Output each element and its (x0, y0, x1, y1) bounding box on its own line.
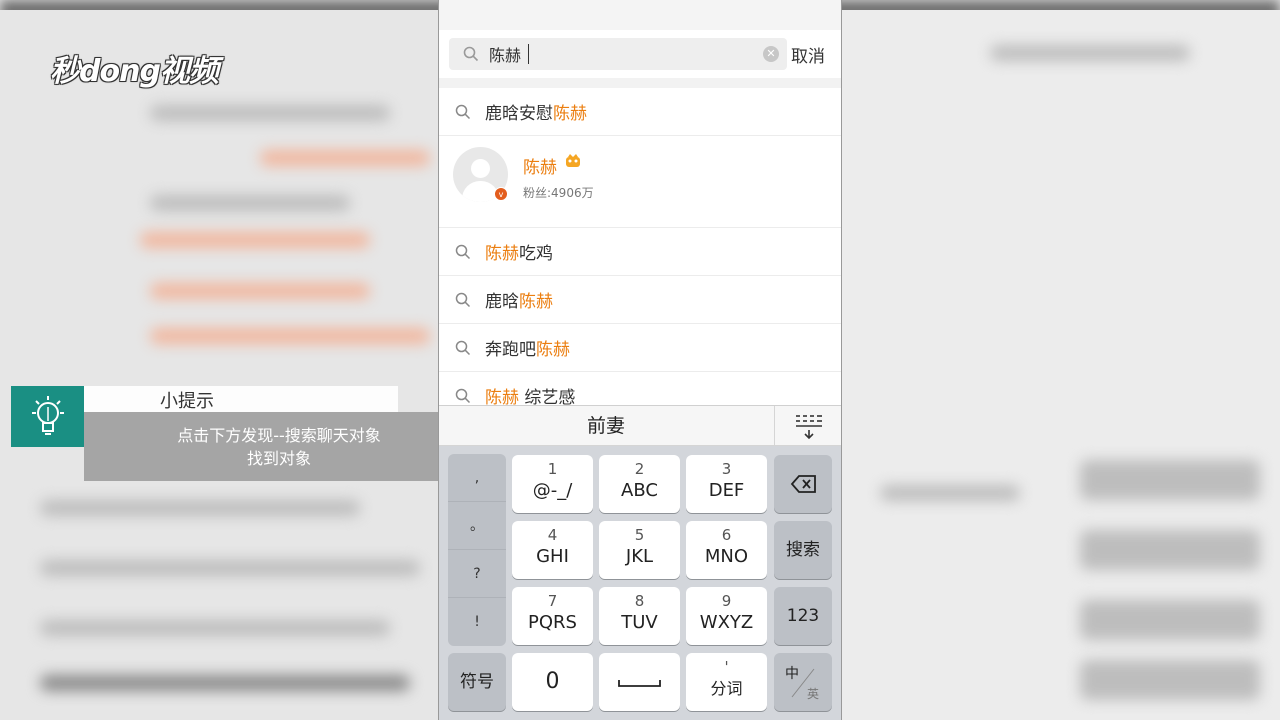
tip-title-bar (84, 386, 398, 412)
punct-key[interactable]: ! (448, 598, 506, 646)
divider (439, 78, 841, 88)
suggestion-text: 陈赫吃鸡 (485, 244, 553, 264)
suggestion-text: 鹿晗安慰陈赫 (485, 104, 587, 124)
search-key[interactable]: 搜索 (774, 521, 832, 579)
tip-line-1: 点击下方发现--搜索聊天对象 (177, 426, 381, 445)
key-5[interactable]: 5 JKL (599, 521, 680, 579)
suggestion-row[interactable]: 鹿晗安慰陈赫 (439, 88, 841, 136)
punct-key[interactable]: ? (448, 550, 506, 598)
tip-text: 点击下方发现--搜索聊天对象 找到对象 (84, 424, 474, 470)
punct-key[interactable]: 。 (448, 502, 506, 550)
key-6[interactable]: 6 MNO (686, 521, 767, 579)
symbol-key[interactable]: 符号 (448, 653, 506, 711)
status-strip (439, 0, 841, 30)
key-8[interactable]: 8 TUV (599, 587, 680, 645)
space-key[interactable] (599, 653, 680, 711)
clear-icon[interactable]: ✕ (763, 46, 779, 62)
search-field[interactable]: ✕ (449, 38, 787, 70)
verified-badge-icon: v (494, 187, 508, 201)
key-2[interactable]: 2 ABC (599, 455, 680, 513)
phone-screen: ✕ 取消 鹿晗安慰陈赫 v 陈赫 粉丝:4906万 (438, 0, 842, 720)
lightbulb-icon (11, 386, 84, 447)
key-7[interactable]: 7 PQRS (512, 587, 593, 645)
candidate-bar: 前妻 (439, 405, 841, 446)
candidate-word[interactable]: 前妻 (439, 406, 773, 446)
punctuation-column[interactable]: , 。 ? ! (448, 454, 506, 646)
tip-line-2: 找到对象 (246, 449, 311, 468)
search-icon (463, 46, 479, 62)
crown-icon (566, 154, 580, 167)
punct-key[interactable]: , (448, 454, 506, 502)
backspace-icon (790, 475, 816, 493)
text-cursor (528, 44, 529, 64)
search-bar: ✕ 取消 (439, 30, 841, 78)
key-4[interactable]: 4 GHI (512, 521, 593, 579)
language-switch-key[interactable]: 中 英 (774, 653, 832, 711)
suggestion-text: 鹿晗陈赫 (485, 292, 553, 312)
space-bar-icon (618, 680, 661, 687)
search-icon (455, 340, 471, 356)
search-input[interactable] (489, 43, 739, 65)
cancel-button[interactable]: 取消 (791, 42, 825, 67)
fans-count: 粉丝:4906万 (523, 186, 594, 200)
user-name: 陈赫 (523, 158, 557, 178)
search-icon (455, 292, 471, 308)
number-mode-key[interactable]: 123 (774, 587, 832, 645)
search-icon (455, 104, 471, 120)
collapse-keyboard-icon[interactable] (774, 406, 841, 446)
search-icon (455, 244, 471, 260)
suggestion-row[interactable]: 奔跑吧陈赫 (439, 324, 841, 372)
tip-title: 小提示 (160, 391, 214, 412)
user-result-row[interactable]: v 陈赫 粉丝:4906万 (439, 136, 841, 228)
suggestion-row[interactable]: 陈赫吃鸡 (439, 228, 841, 276)
suggestion-row[interactable]: 鹿晗陈赫 (439, 276, 841, 324)
search-icon (455, 388, 471, 404)
key-3[interactable]: 3 DEF (686, 455, 767, 513)
segment-key[interactable]: ' 分词 (686, 653, 767, 711)
key-1[interactable]: 1 @-_/ (512, 455, 593, 513)
key-9[interactable]: 9 WXYZ (686, 587, 767, 645)
keyboard: , 。 ? ! 1 @-_/ 2 ABC 3 DEF 4 GHI 5 JKL 6… (439, 446, 841, 720)
search-suggestions: 鹿晗安慰陈赫 v 陈赫 粉丝:4906万 陈赫吃鸡 鹿晗陈赫 奔跑吧陈赫 陈赫 … (439, 88, 841, 420)
suggestion-text: 奔跑吧陈赫 (485, 340, 570, 360)
key-0[interactable]: 0 (512, 653, 593, 711)
brand-logo: 秒dong视频 (50, 54, 219, 89)
backspace-key[interactable] (774, 455, 832, 513)
